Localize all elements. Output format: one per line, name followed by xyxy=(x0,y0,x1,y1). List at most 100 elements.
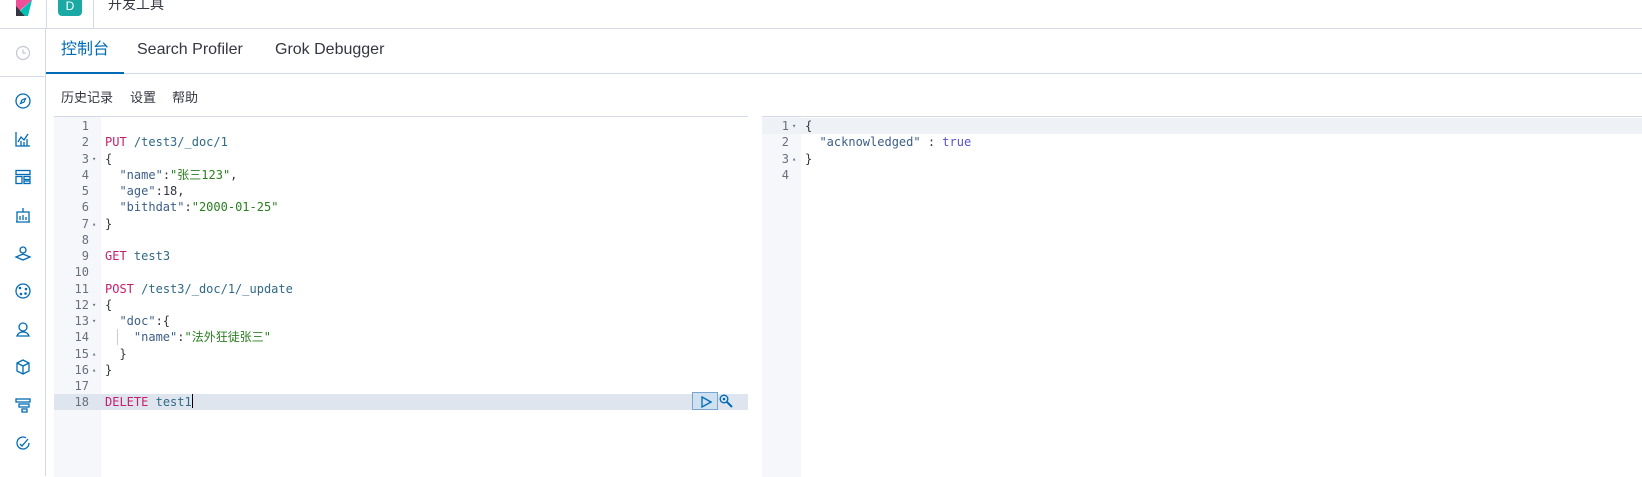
editor-line[interactable]: 1 xyxy=(54,118,748,134)
console-toolbar: 历史记录 设置 帮助 xyxy=(46,74,1642,116)
tab-search-profiler[interactable]: Search Profiler xyxy=(137,29,243,73)
editor-line[interactable]: 14 "name":"法外狂徒张三" xyxy=(54,329,748,346)
play-icon xyxy=(701,396,712,408)
line-number: 16 xyxy=(74,362,89,377)
line-number: 4 xyxy=(781,167,789,182)
help-link[interactable]: 帮助 xyxy=(172,90,198,106)
code-token: "法外狂徒张三" xyxy=(184,330,271,345)
maps-icon[interactable] xyxy=(14,244,32,262)
editor-line[interactable]: 7 ▴} xyxy=(54,216,748,232)
editor-line[interactable]: 8 xyxy=(54,232,748,248)
history-link[interactable]: 历史记录 xyxy=(61,90,113,106)
line-number: 13 xyxy=(74,314,89,328)
editor-line[interactable]: 12 ▾ { xyxy=(54,297,748,313)
top-header: D 开发工具 xyxy=(0,0,1642,29)
fold-toggle-icon[interactable]: ▾ xyxy=(92,313,96,329)
code-token: DELETE xyxy=(105,395,149,410)
fold-toggle-icon[interactable]: ▴ xyxy=(92,216,96,232)
machine-learning-icon[interactable] xyxy=(14,282,32,300)
code-text: DELETE test1 xyxy=(105,394,193,410)
canvas-icon[interactable] xyxy=(14,206,32,224)
editor-line[interactable]: 10 xyxy=(54,264,748,280)
code-token: : xyxy=(184,200,192,215)
pane-resizer[interactable] xyxy=(748,116,762,476)
output-line[interactable]: 3 ▴} xyxy=(762,151,1642,167)
editor-line[interactable]: 2 PUT /test3/_doc/1 xyxy=(54,134,748,150)
code-text: "age":18, xyxy=(105,183,184,199)
line-number: 2 xyxy=(81,135,89,150)
infrastructure-icon[interactable] xyxy=(14,320,32,338)
editor-line[interactable]: 6 "bithdat":"2000-01-25" xyxy=(54,199,748,215)
line-number: 3 xyxy=(781,151,789,166)
editor-line[interactable]: 3 ▾ { xyxy=(54,151,748,167)
fold-toggle-icon[interactable]: ▴ xyxy=(92,362,96,378)
recently-viewed-clock-icon[interactable] xyxy=(14,44,32,62)
code-text: "name":"法外狂徒张三" xyxy=(105,329,271,345)
fold-toggle-icon[interactable]: ▴ xyxy=(92,346,96,362)
line-number: 11 xyxy=(74,281,89,296)
code-text: { xyxy=(805,118,812,134)
code-text: { xyxy=(105,151,112,167)
tab-grok-debugger[interactable]: Grok Debugger xyxy=(275,29,384,73)
code-token: /test3/_doc/1/_update xyxy=(141,281,293,296)
editor-line[interactable]: 9 GET test3 xyxy=(54,248,748,264)
settings-link[interactable]: 设置 xyxy=(130,90,156,106)
line-number: 10 xyxy=(74,265,89,280)
line-number: 8 xyxy=(81,232,89,247)
response-output[interactable]: 1 ▾{2 "acknowledged" : true 3 ▴} 4 xyxy=(762,116,1642,477)
header-divider xyxy=(46,0,47,29)
editor-line[interactable]: 17 xyxy=(54,378,748,394)
fold-toggle-icon[interactable]: ▾ xyxy=(92,297,96,313)
visualize-chart-icon[interactable] xyxy=(14,130,32,148)
apm-icon[interactable] xyxy=(14,396,32,414)
code-token: , xyxy=(230,167,238,182)
space-avatar[interactable]: D xyxy=(58,0,82,16)
output-line[interactable]: 2 "acknowledged" : true xyxy=(762,134,1642,150)
request-actions-wrench-icon[interactable] xyxy=(718,393,734,409)
dashboard-icon[interactable] xyxy=(14,168,32,186)
uptime-monitoring-icon[interactable] xyxy=(14,434,32,452)
code-token: { xyxy=(105,151,113,166)
editor-line[interactable]: 5 "age":18, xyxy=(54,183,748,199)
editor-line[interactable]: 18 DELETE test1 xyxy=(54,394,748,411)
code-token: } xyxy=(105,362,113,377)
code-text: { xyxy=(105,297,112,313)
code-token: "doc" xyxy=(119,314,156,328)
code-token: : xyxy=(920,135,943,150)
editor-line[interactable]: 11 POST /test3/_doc/1/_update xyxy=(54,281,748,297)
code-token: POST xyxy=(105,281,134,296)
line-number: 9 xyxy=(81,249,89,263)
editor-line[interactable]: 13 ▾ "doc":{ xyxy=(54,313,748,329)
code-token: test3 xyxy=(133,249,171,263)
line-number: 5 xyxy=(81,184,89,198)
code-token: } xyxy=(105,216,113,231)
kibana-logo-icon[interactable] xyxy=(12,0,36,16)
logs-icon[interactable] xyxy=(14,358,32,376)
line-number: 14 xyxy=(74,330,89,345)
fold-toggle-icon[interactable]: ▴ xyxy=(792,151,796,167)
code-token: } xyxy=(805,151,813,166)
output-line[interactable]: 1 ▾ { xyxy=(762,118,1642,134)
fold-toggle-icon[interactable]: ▾ xyxy=(792,118,796,134)
editor-line[interactable]: 4 "name":"张三123", xyxy=(54,167,748,183)
line-number: 1 xyxy=(781,119,789,133)
output-line[interactable]: 4 xyxy=(762,167,1642,183)
code-token: :{ xyxy=(155,314,171,328)
code-text: PUT /test3/_doc/1 xyxy=(105,134,228,150)
fold-toggle-icon[interactable]: ▾ xyxy=(92,151,96,167)
request-editor[interactable]: 1 2 PUT /test3/_doc/1 3 ▾{4 "name":"张三123", 5… xyxy=(54,116,748,477)
tab-console[interactable]: 控制台 xyxy=(45,29,125,74)
code-text: } xyxy=(105,216,112,232)
editor-line[interactable]: 16 ▴} xyxy=(54,362,748,378)
send-request-button[interactable] xyxy=(692,392,718,410)
discover-compass-icon[interactable] xyxy=(14,92,32,110)
text-cursor xyxy=(191,394,193,409)
editor-line[interactable]: 15 ▴ } xyxy=(54,346,748,362)
code-token: { xyxy=(105,297,113,312)
